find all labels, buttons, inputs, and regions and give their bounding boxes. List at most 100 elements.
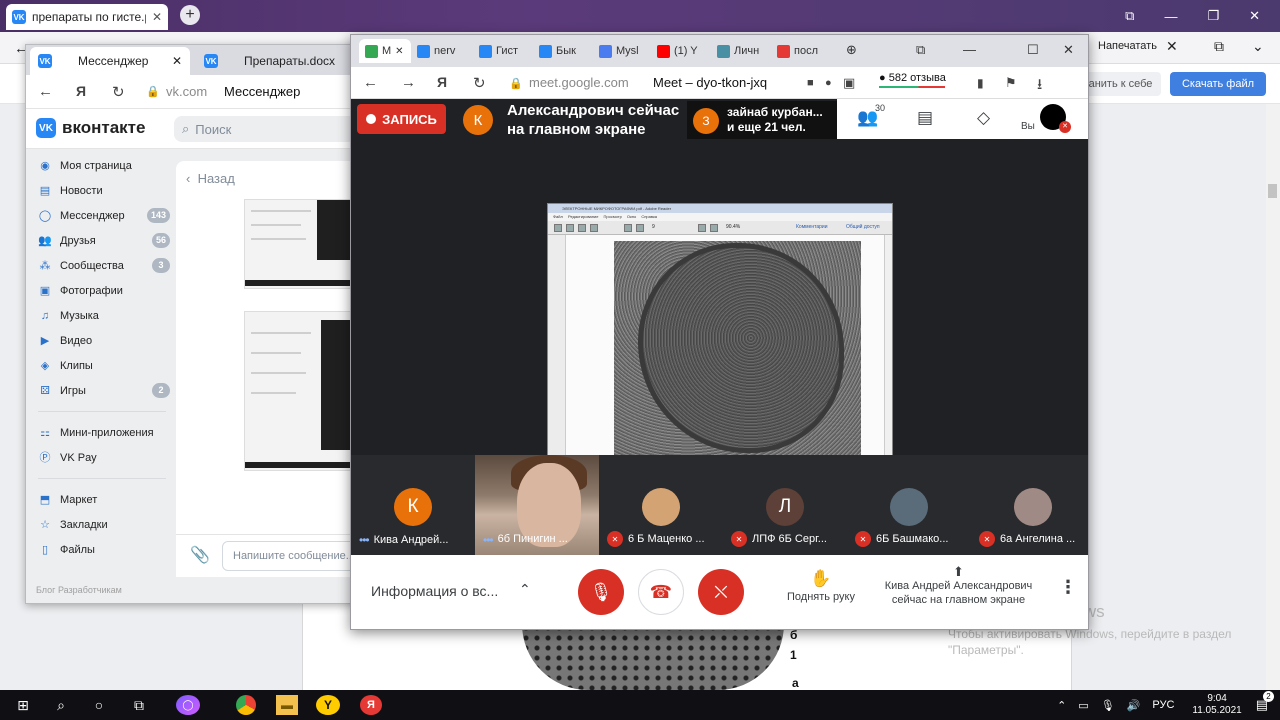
bookmarks-icon[interactable]: ⧉ — [1125, 8, 1134, 24]
scroll-thumb[interactable] — [1268, 184, 1277, 198]
plus-icon[interactable]: ⊕ — [846, 42, 857, 58]
extensions-icon[interactable]: ⧉ — [1214, 38, 1224, 55]
search-icon[interactable]: ⌕ — [50, 695, 72, 715]
sidebar-item[interactable]: ♫ Музыка — [34, 303, 170, 328]
yandex-icon[interactable]: Я — [360, 695, 382, 715]
close-icon[interactable]: ✕ — [152, 10, 162, 24]
more-options-icon[interactable]: ⋮ — [1059, 577, 1077, 598]
windows-start-icon[interactable]: ⊞ — [12, 695, 34, 715]
address-page-title[interactable]: Мессенджер — [224, 84, 300, 99]
language-indicator[interactable]: РУС — [1152, 699, 1174, 711]
camera-icon[interactable]: ■ — [807, 77, 814, 89]
sidebar-item[interactable]: ⬒ Маркет — [34, 487, 170, 512]
browser-tab[interactable]: Mysl — [599, 39, 651, 63]
download-icon[interactable]: ⭳ — [1037, 74, 1042, 99]
activities-icon[interactable]: ◇ — [977, 108, 990, 128]
vk-logo-text[interactable]: вконтакте — [62, 118, 145, 138]
chat-icon[interactable]: ▤ — [917, 108, 933, 128]
leave-call-button[interactable]: ☎ — [638, 569, 684, 615]
new-tab-button[interactable]: + — [180, 5, 200, 25]
message-input[interactable]: Напишите сообщение... — [222, 541, 362, 571]
reload-icon[interactable]: ↻ — [112, 83, 125, 101]
browser-tab[interactable]: Бык — [539, 39, 591, 63]
save-to-disk-button[interactable]: анить к себе — [1080, 72, 1161, 96]
bg-tab-pdf[interactable]: VK препараты по гисте.pdf ✕ — [6, 4, 168, 30]
sidebar-item[interactable]: ▣ Фотографии — [34, 278, 170, 303]
reviews-badge[interactable]: ● 582 отзыва — [879, 72, 946, 88]
vk-logo-icon[interactable]: VK — [36, 118, 56, 138]
network-icon[interactable]: ▭ — [1078, 699, 1088, 712]
browser-tab[interactable]: M ✕ — [359, 39, 411, 63]
search-input[interactable]: ⌕ Поиск — [174, 116, 374, 142]
minimize-icon[interactable]: — — [963, 42, 976, 57]
show-hidden-icon[interactable]: ⌃ — [1057, 699, 1066, 712]
notifications-icon[interactable]: ▤ 2 — [1256, 691, 1274, 713]
present-now-button[interactable]: ⬆ Кива Андрей Александрович сейчас на гл… — [871, 565, 1046, 607]
camera-toggle-button[interactable]: ⛌ — [698, 569, 744, 615]
tab-docx[interactable]: VK Препараты.docx — [196, 47, 366, 75]
close-icon[interactable]: ✕ — [1063, 42, 1074, 58]
cortana-icon[interactable]: ○ — [88, 695, 110, 715]
close-icon[interactable]: ✕ — [172, 54, 182, 68]
sidebar-item[interactable]: ▯ Файлы — [34, 537, 170, 562]
back-icon[interactable]: ← — [38, 83, 53, 100]
print-button[interactable]: Напечатать — [1098, 40, 1157, 52]
bookmark-icon[interactable]: ▮ — [977, 76, 984, 90]
bookmarks-icon[interactable]: ⧉ — [916, 42, 925, 58]
forward-icon[interactable]: → — [401, 74, 416, 91]
participant-tile[interactable]: ✕ 6 Б Маценко ... — [599, 455, 723, 555]
yandex-icon[interactable]: Я — [76, 83, 86, 99]
minimize-icon[interactable]: — — [1164, 9, 1177, 24]
download-file-button[interactable]: Скачать файл — [1170, 72, 1266, 96]
mic-icon[interactable]: ● — [825, 77, 832, 89]
sidebar-item[interactable]: Ⓟ VK Pay — [34, 445, 170, 470]
restore-icon[interactable]: ❐ — [1207, 8, 1219, 24]
mic-toggle-button[interactable]: 🎙 — [578, 569, 624, 615]
chevron-down-icon[interactable]: ⌄ — [1252, 38, 1264, 55]
sidebar-item[interactable]: 👥 Друзья 56 — [34, 228, 170, 253]
browser-tab[interactable]: посл — [777, 39, 829, 63]
sidebar-item[interactable]: ☆ Закладки — [34, 512, 170, 537]
attach-icon[interactable]: 📎 — [190, 545, 210, 565]
chrome-icon[interactable] — [236, 695, 256, 715]
back-icon[interactable]: ← — [363, 74, 378, 91]
volume-icon[interactable]: 🔊 — [1127, 699, 1141, 712]
participant-tile[interactable]: Л ✕ ЛПФ 6Б Серг... — [723, 455, 847, 555]
chat-image-thumbnail[interactable] — [244, 311, 354, 471]
sidebar-item[interactable]: ⚏ Мини-приложения — [34, 420, 170, 445]
extension-icon[interactable]: ⚑ — [1005, 75, 1017, 91]
restore-icon[interactable]: ☐ — [1027, 42, 1039, 58]
raise-hand-button[interactable]: ✋ Поднять руку — [781, 569, 861, 603]
close-icon[interactable]: ✕ — [395, 46, 403, 57]
participant-tile[interactable]: ✕ 6а Ангелина ... — [971, 455, 1088, 555]
back-button[interactable]: ‹ Назад — [186, 171, 235, 186]
browser-tab[interactable]: Гист — [479, 39, 531, 63]
sidebar-item[interactable]: ◯ Мессенджер 143 — [34, 203, 170, 228]
sidebar-item[interactable]: ◈ Клипы — [34, 353, 170, 378]
sidebar-item[interactable]: ◉ Моя страница — [34, 153, 170, 178]
chat-image-thumbnail[interactable] — [244, 199, 354, 289]
file-explorer-icon[interactable]: ▬ — [276, 695, 298, 715]
participant-tile[interactable]: К ••• Кива Андрей... — [351, 455, 475, 555]
clock[interactable]: 9:04 11.05.2021 — [1192, 693, 1241, 717]
cast-icon[interactable]: ▣ — [843, 75, 855, 91]
vk-footer[interactable]: Блог Разработчикам — [36, 585, 122, 595]
meeting-info-button[interactable]: Информация о вс... — [371, 583, 498, 599]
browser-tab[interactable]: Личн — [717, 39, 769, 63]
address-page-title[interactable]: Meet – dyo-tkon-jxq — [653, 75, 767, 90]
address-domain[interactable]: vk.com — [166, 84, 207, 99]
tab-messenger[interactable]: VK Мессенджер ✕ — [30, 47, 190, 75]
sidebar-item[interactable]: ▶ Видео — [34, 328, 170, 353]
task-view-icon[interactable]: ⧉ — [128, 695, 150, 715]
browser-tab[interactable]: nerv — [417, 39, 469, 63]
yandex-browser-icon[interactable]: Y — [316, 695, 340, 715]
sidebar-item[interactable]: ▤ Новости — [34, 178, 170, 203]
participant-tile[interactable]: ✕ 6Б Башмако... — [847, 455, 971, 555]
joined-notification[interactable]: З зайнаб курбан... и еще 21 чел. — [687, 101, 837, 139]
chevron-up-icon[interactable]: ⌃ — [519, 581, 531, 598]
alice-icon[interactable]: ◯ — [176, 695, 200, 715]
close-icon[interactable]: ✕ — [1249, 8, 1260, 24]
sidebar-item[interactable]: ⚄ Игры 2 — [34, 378, 170, 403]
yandex-icon[interactable]: Я — [437, 74, 447, 90]
close-icon[interactable]: ✕ — [1166, 38, 1178, 55]
